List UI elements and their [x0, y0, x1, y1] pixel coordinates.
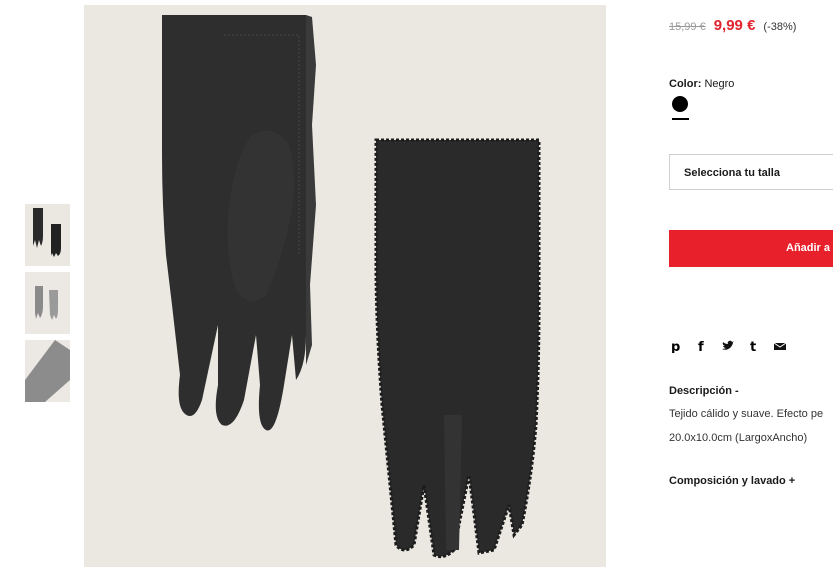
composition-title[interactable]: Composición y lavado +: [669, 475, 795, 487]
sale-price: 9,99 €: [713, 17, 756, 34]
price-row: 15,99 € 9,99 € (-38%): [669, 17, 796, 34]
thumbnail-3[interactable]: [25, 340, 70, 402]
tumblr-icon[interactable]: t: [747, 339, 761, 355]
color-label-title: Color:: [669, 78, 702, 90]
description-dimensions: 20.0x10.0cm (LargoxAncho): [669, 432, 808, 444]
svg-text:f: f: [698, 340, 704, 353]
discount-badge: (-38%): [763, 21, 797, 33]
color-swatch-black[interactable]: [672, 96, 688, 112]
old-price: 15,99 €: [669, 21, 706, 33]
product-main-image[interactable]: [84, 5, 606, 567]
description-title[interactable]: Descripción -: [669, 385, 739, 397]
color-value: Negro: [704, 78, 735, 90]
size-select[interactable]: Selecciona tu talla: [669, 154, 833, 190]
twitter-icon[interactable]: [721, 339, 735, 353]
facebook-icon[interactable]: f: [695, 339, 709, 355]
thumbnail-list: [25, 204, 71, 408]
share-bar: p f t: [669, 339, 787, 355]
email-icon[interactable]: [773, 339, 787, 353]
thumbnail-1[interactable]: [25, 204, 70, 266]
product-info-panel: 15,99 € 9,99 € (-38%) Color: Negro Selec…: [669, 0, 833, 567]
thumbnail-2[interactable]: [25, 272, 70, 334]
selected-swatch-indicator: [672, 118, 689, 120]
pinterest-icon[interactable]: p: [669, 339, 683, 355]
svg-text:p: p: [671, 340, 680, 353]
svg-text:t: t: [750, 340, 756, 353]
color-label: Color: Negro: [669, 78, 734, 90]
add-to-cart-button[interactable]: Añadir a: [669, 230, 833, 267]
description-text: Tejido cálido y suave. Efecto pe: [669, 408, 824, 420]
